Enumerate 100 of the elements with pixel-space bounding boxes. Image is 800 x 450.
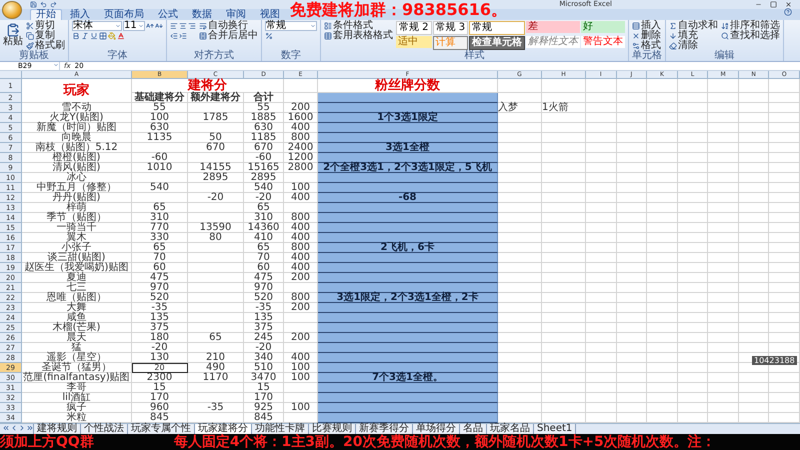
table-cell <box>708 173 739 183</box>
table-icon[interactable] <box>324 32 332 40</box>
ribbon-button[interactable]: 套用表格格式 <box>324 31 393 41</box>
maximize-icon[interactable] <box>770 1 777 8</box>
border-icon[interactable] <box>99 32 107 40</box>
cell-style[interactable]: 适中 <box>396 36 432 48</box>
sheet-tab[interactable]: 玩家专属个性 <box>127 424 195 435</box>
ribbon-tab[interactable]: 数据 <box>186 9 218 20</box>
percent-icon[interactable] <box>265 32 273 40</box>
table-cell <box>498 303 542 313</box>
table-cell <box>678 383 708 393</box>
ribbon-tab[interactable]: 开始 <box>30 9 62 20</box>
table-cell <box>678 79 708 93</box>
table-cell <box>678 93 708 103</box>
paintbrush-icon[interactable] <box>26 42 34 50</box>
search-icon[interactable] <box>721 32 730 40</box>
align-left-icon[interactable] <box>170 22 178 30</box>
help-icon[interactable] <box>784 8 792 16</box>
scissors-icon[interactable] <box>26 22 34 30</box>
table-cell: 2895 <box>244 173 284 183</box>
down-arrow-icon[interactable] <box>669 32 678 40</box>
table-cell <box>678 203 708 213</box>
ribbon-button[interactable]: 删除 <box>632 31 662 41</box>
merge-cells-icon[interactable] <box>199 32 207 40</box>
save-icon[interactable] <box>30 1 37 8</box>
first-sheet-icon[interactable] <box>2 424 10 432</box>
table-cell <box>188 123 244 133</box>
ribbon-button[interactable]: 合并后居中 <box>199 31 258 41</box>
sheet-tab[interactable]: Sheet1 <box>533 424 576 435</box>
cell-style[interactable]: 警告文本 <box>581 36 626 48</box>
align-right-icon[interactable] <box>188 22 196 30</box>
rows-icon[interactable] <box>632 22 640 30</box>
clipboard-icon[interactable] <box>6 23 20 37</box>
ribbon-button[interactable]: 查找和选择 <box>721 31 780 41</box>
sheet-tab[interactable]: 建将规则 <box>33 424 81 435</box>
ribbon-button[interactable]: 自动求和 <box>669 21 718 31</box>
delete-icon[interactable] <box>632 32 640 40</box>
next-sheet-icon[interactable] <box>18 424 26 432</box>
italic-icon[interactable] <box>81 32 89 40</box>
ribbon-button[interactable]: 自动换行 <box>199 21 258 31</box>
ribbon-button[interactable]: 格式刷 <box>26 41 65 51</box>
fill-color-icon[interactable] <box>108 32 116 40</box>
indent-decrease-icon[interactable] <box>170 32 178 40</box>
table-cell: 1200 <box>284 153 318 163</box>
wrap-text-icon[interactable] <box>199 22 207 30</box>
sort-icon[interactable] <box>721 22 730 30</box>
cell-style[interactable]: 常规 <box>469 21 526 35</box>
minimize-icon[interactable] <box>755 1 762 8</box>
table-cell <box>498 183 542 193</box>
sliders-icon[interactable] <box>632 42 640 50</box>
cell-style[interactable]: 解释性文本 <box>526 36 580 48</box>
sheet-tab[interactable]: 新赛季得分 <box>355 424 413 435</box>
list-icon[interactable] <box>324 22 332 30</box>
grow-font-icon[interactable] <box>146 22 154 30</box>
copy-icon[interactable] <box>26 32 34 40</box>
cell-style[interactable]: 常规 2 <box>396 21 432 35</box>
cell-style[interactable]: 差 <box>526 21 580 33</box>
table-cell <box>586 403 617 413</box>
close-icon[interactable] <box>785 1 792 8</box>
table-cell <box>678 293 708 303</box>
align-center-icon[interactable] <box>179 22 187 30</box>
table-cell <box>616 413 648 423</box>
ribbon-button[interactable]: 格式 <box>632 41 662 51</box>
ribbon-button[interactable]: 条件格式 <box>324 21 393 31</box>
table-cell: 400 <box>284 223 318 233</box>
ribbon-tab[interactable]: 页面布局 <box>98 9 150 20</box>
ribbon-button[interactable]: 插入 <box>632 21 662 31</box>
shrink-font-icon[interactable] <box>155 22 163 30</box>
ribbon-button[interactable]: 清除 <box>669 41 718 51</box>
eraser-icon[interactable] <box>669 42 678 50</box>
last-sheet-icon[interactable] <box>26 424 34 432</box>
previous-sheet-icon[interactable] <box>10 424 18 432</box>
cell-style[interactable]: 常规 3 <box>432 21 468 35</box>
underline-icon[interactable] <box>90 32 98 40</box>
table-cell <box>678 343 708 353</box>
indent-increase-icon[interactable] <box>179 32 187 40</box>
redo-icon[interactable] <box>50 1 57 8</box>
cell-style[interactable]: 检查单元格 <box>469 36 526 50</box>
ribbon-tab[interactable]: 视图 <box>254 9 286 20</box>
sheet-tab[interactable]: 功能性卡牌 <box>251 424 309 435</box>
ribbon-button[interactable]: 复制 <box>26 31 65 41</box>
cell-style[interactable]: 好 <box>581 21 626 33</box>
font-size-select[interactable]: 11 <box>123 21 145 31</box>
font-color-icon[interactable] <box>117 32 125 40</box>
table-cell: 520 <box>244 293 284 303</box>
ribbon-button[interactable]: 填充 <box>669 31 718 41</box>
table-cell <box>586 253 617 263</box>
table-cell <box>769 323 800 333</box>
table-cell <box>769 113 800 123</box>
sigma-icon[interactable] <box>669 22 678 30</box>
table-cell <box>616 403 648 413</box>
sheet-tab[interactable]: 玩家建将分 <box>194 424 252 435</box>
table-cell <box>769 343 800 353</box>
number-format-select[interactable]: 常规 <box>265 21 317 31</box>
ribbon-tab[interactable]: 审阅 <box>220 9 252 20</box>
undo-icon[interactable] <box>40 1 47 8</box>
paste-button[interactable]: 粘贴 <box>3 21 23 47</box>
ribbon-tab[interactable]: 插入 <box>64 9 96 20</box>
bold-icon[interactable] <box>72 32 80 40</box>
ribbon-tab[interactable]: 公式 <box>152 9 184 20</box>
